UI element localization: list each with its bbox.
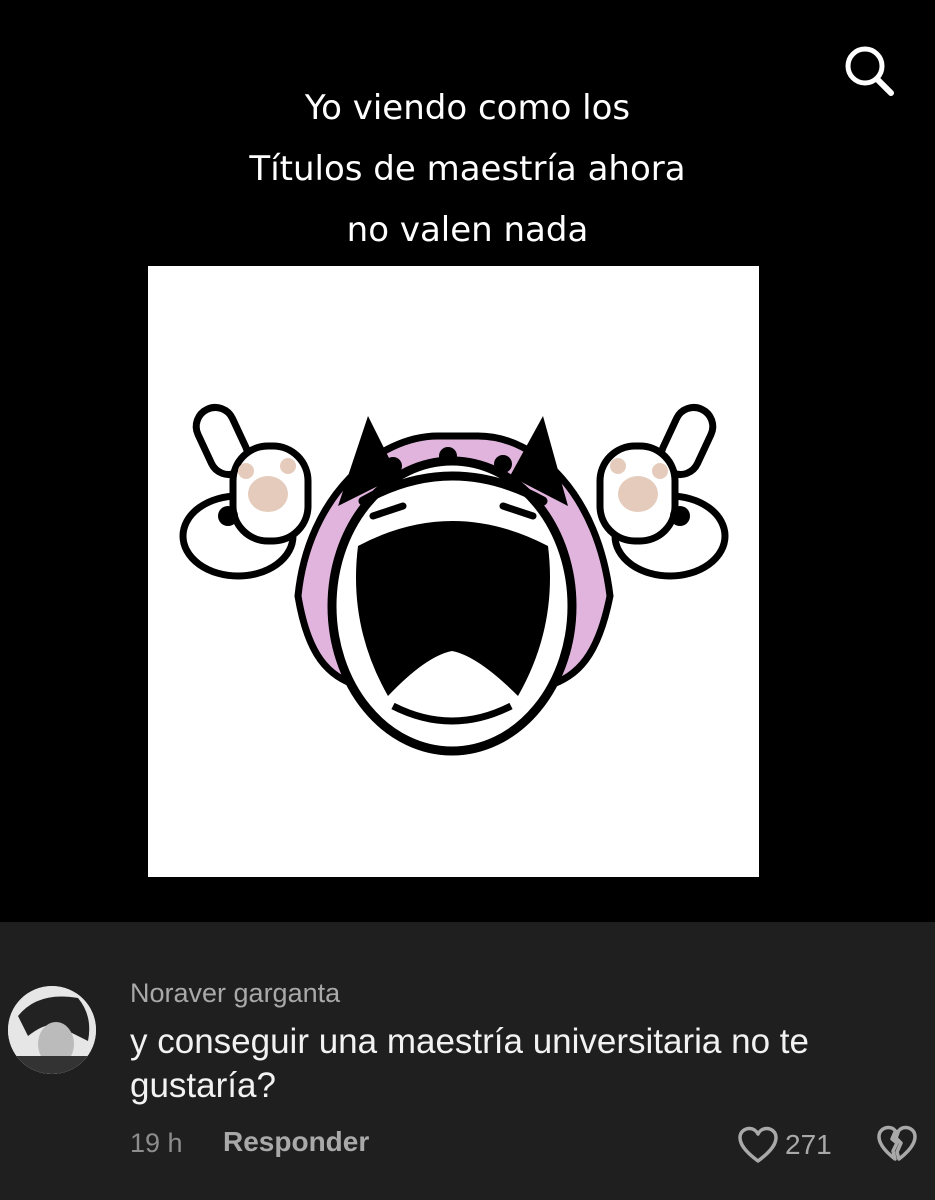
heart-outline-icon xyxy=(738,1126,778,1163)
broken-heart-icon xyxy=(877,1125,917,1161)
reply-button[interactable]: Responder xyxy=(223,1126,369,1158)
like-button[interactable]: 271 xyxy=(737,1125,832,1165)
screaming-cat-illustration xyxy=(179,403,729,756)
user-photo xyxy=(8,986,96,1074)
comment-author[interactable]: Noraver garganta xyxy=(130,978,340,1009)
comment-timestamp: 19 h xyxy=(130,1128,183,1158)
meme-image xyxy=(148,266,759,877)
video-caption: Yo viendo como los Títulos de maestría a… xyxy=(0,78,935,261)
caption-line-3: no valen nada xyxy=(346,210,589,250)
comment-section: Noraver garganta y conseguir una maestrí… xyxy=(0,922,935,1200)
like-count: 271 xyxy=(785,1129,832,1160)
caption-line-1: Yo viendo como los xyxy=(304,88,631,128)
comment-text: y conseguir una maestría universitaria n… xyxy=(130,1022,809,1105)
caption-line-2: Títulos de maestría ahora xyxy=(249,149,686,189)
dislike-button[interactable] xyxy=(876,1125,918,1165)
avatar[interactable] xyxy=(8,986,96,1074)
video-area[interactable]: Yo viendo como los Títulos de maestría a… xyxy=(0,0,935,922)
